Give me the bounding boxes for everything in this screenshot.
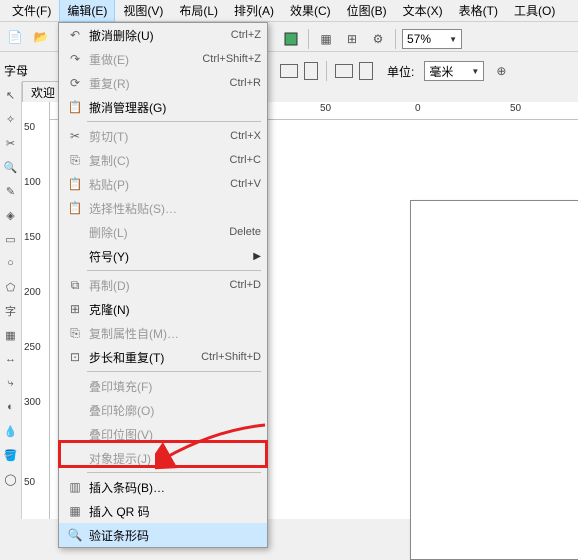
freehand-tool-icon[interactable]: ✎ <box>2 182 20 200</box>
unit-value: 毫米 <box>429 63 453 80</box>
menu-view[interactable]: 视图(V) <box>115 0 171 22</box>
menu-effects[interactable]: 效果(C) <box>282 0 339 22</box>
toolbar-row-1: ▦ ⊞ ⚙ 57% ▼ <box>280 28 462 50</box>
menu-paste[interactable]: 📋粘贴(P)Ctrl+V <box>59 172 267 196</box>
menu-duplicate[interactable]: ⧉再制(D)Ctrl+D <box>59 273 267 297</box>
menu-insert-barcode[interactable]: ▥插入条码(B)… <box>59 475 267 499</box>
align-icon[interactable]: ▦ <box>315 28 337 50</box>
table-tool-icon[interactable]: ▦ <box>2 326 20 344</box>
clone-icon: ⊞ <box>65 302 85 316</box>
menu-paste-special[interactable]: 📋选择性粘贴(S)… <box>59 196 267 220</box>
unit-label: 单位: <box>387 63 414 80</box>
landscape-icon[interactable] <box>304 62 318 80</box>
menu-separator <box>87 472 261 473</box>
text-tool-icon[interactable]: 字 <box>2 302 20 320</box>
chevron-right-icon: ▶ <box>253 251 261 262</box>
zoom-tool-icon[interactable]: 🔍 <box>2 158 20 176</box>
menu-step-repeat[interactable]: ⊡步长和重复(T)Ctrl+Shift+D <box>59 345 267 369</box>
copy-icon: ⎘ <box>65 153 85 168</box>
menu-file[interactable]: 文件(F) <box>4 0 59 22</box>
menu-arrange[interactable]: 排列(A) <box>226 0 282 22</box>
snap-icon[interactable] <box>280 28 302 50</box>
pick-tool-icon[interactable]: ↖ <box>2 86 20 104</box>
left-panel-label: 字母 <box>4 62 28 79</box>
menu-undo[interactable]: ↶撤消删除(U)Ctrl+Z <box>59 23 267 47</box>
menu-cut[interactable]: ✂剪切(T)Ctrl+X <box>59 124 267 148</box>
crop-tool-icon[interactable]: ✂ <box>2 134 20 152</box>
cut-icon: ✂ <box>65 129 85 143</box>
toolbox: ↖ ✧ ✂ 🔍 ✎ ◈ ▭ ○ ⬠ 字 ▦ ↔ ⤷ ◐ 💧 🪣 ◯ <box>0 82 22 519</box>
repeat-icon: ⟳ <box>65 76 85 90</box>
ellipse-tool-icon[interactable]: ○ <box>2 254 20 272</box>
effects-tool-icon[interactable]: ◐ <box>2 398 20 416</box>
menu-overprint-fill[interactable]: 叠印填充(F) <box>59 374 267 398</box>
menu-text[interactable]: 文本(X) <box>395 0 451 22</box>
menu-delete[interactable]: 删除(L)Delete <box>59 220 267 244</box>
menu-overprint-outline[interactable]: 叠印轮廓(O) <box>59 398 267 422</box>
menu-undo-manager[interactable]: 📋撤消管理器(G) <box>59 95 267 119</box>
page-icon-2[interactable] <box>359 62 373 80</box>
page-rect <box>410 200 578 560</box>
menu-bitmap[interactable]: 位图(B) <box>339 0 395 22</box>
history-icon: 📋 <box>65 100 85 114</box>
redo-icon: ↷ <box>65 52 85 66</box>
toolbar-row-2: 单位: 毫米 ▼ ⊕ <box>280 60 512 82</box>
open-icon[interactable]: 📂 <box>30 26 52 48</box>
duplicate-icon: ⧉ <box>65 278 85 293</box>
zoom-value: 57% <box>407 32 431 46</box>
shape-tool-icon[interactable]: ✧ <box>2 110 20 128</box>
menu-verify-barcode[interactable]: 🔍验证条形码 <box>59 523 267 547</box>
menu-separator <box>87 121 261 122</box>
chevron-down-icon: ▼ <box>449 35 457 44</box>
rectangle-tool-icon[interactable]: ▭ <box>2 230 20 248</box>
new-doc-icon[interactable]: 📄 <box>4 26 26 48</box>
nudge-icon[interactable]: ⊕ <box>490 60 512 82</box>
menu-copy[interactable]: ⎘复制(C)Ctrl+C <box>59 148 267 172</box>
smart-tool-icon[interactable]: ◈ <box>2 206 20 224</box>
unit-combo[interactable]: 毫米 ▼ <box>424 61 484 81</box>
paste-special-icon: 📋 <box>65 201 85 215</box>
menu-tools[interactable]: 工具(O) <box>506 0 563 22</box>
qr-icon: ▦ <box>65 504 85 518</box>
menu-separator <box>87 371 261 372</box>
menu-copy-props[interactable]: ⎘复制属性自(M)… <box>59 321 267 345</box>
options-icon[interactable]: ⚙ <box>367 28 389 50</box>
menu-insert-qr[interactable]: ▦插入 QR 码 <box>59 499 267 523</box>
barcode-icon: ▥ <box>65 480 85 494</box>
chevron-down-icon: ▼ <box>471 67 479 76</box>
undo-icon: ↶ <box>65 28 85 42</box>
polygon-tool-icon[interactable]: ⬠ <box>2 278 20 296</box>
menu-symbol[interactable]: 符号(Y)▶ <box>59 244 267 268</box>
vertical-ruler: 50 100 150 200 250 300 50 <box>22 102 50 519</box>
menu-table[interactable]: 表格(T) <box>451 0 506 22</box>
verify-icon: 🔍 <box>65 528 85 542</box>
menu-redo[interactable]: ↷重做(E)Ctrl+Shift+Z <box>59 47 267 71</box>
menu-clone[interactable]: ⊞克隆(N) <box>59 297 267 321</box>
paste-icon: 📋 <box>65 177 85 191</box>
zoom-combo[interactable]: 57% ▼ <box>402 29 462 49</box>
eyedropper-tool-icon[interactable]: 💧 <box>2 422 20 440</box>
page-icon-1[interactable] <box>335 64 353 78</box>
dimension-tool-icon[interactable]: ↔ <box>2 350 20 368</box>
copy-props-icon: ⎘ <box>65 326 85 341</box>
portrait-icon[interactable] <box>280 64 298 78</box>
menubar: 文件(F) 编辑(E) 视图(V) 布局(L) 排列(A) 效果(C) 位图(B… <box>0 0 578 22</box>
step-icon: ⊡ <box>65 350 85 364</box>
menu-edit[interactable]: 编辑(E) <box>59 0 115 22</box>
annotation-arrow <box>155 420 275 470</box>
menu-layout[interactable]: 布局(L) <box>171 0 226 22</box>
menu-separator <box>87 270 261 271</box>
distribute-icon[interactable]: ⊞ <box>341 28 363 50</box>
connector-tool-icon[interactable]: ⤷ <box>2 374 20 392</box>
outline-tool-icon[interactable]: ◯ <box>2 470 20 488</box>
menu-repeat[interactable]: ⟳重复(R)Ctrl+R <box>59 71 267 95</box>
fill-tool-icon[interactable]: 🪣 <box>2 446 20 464</box>
